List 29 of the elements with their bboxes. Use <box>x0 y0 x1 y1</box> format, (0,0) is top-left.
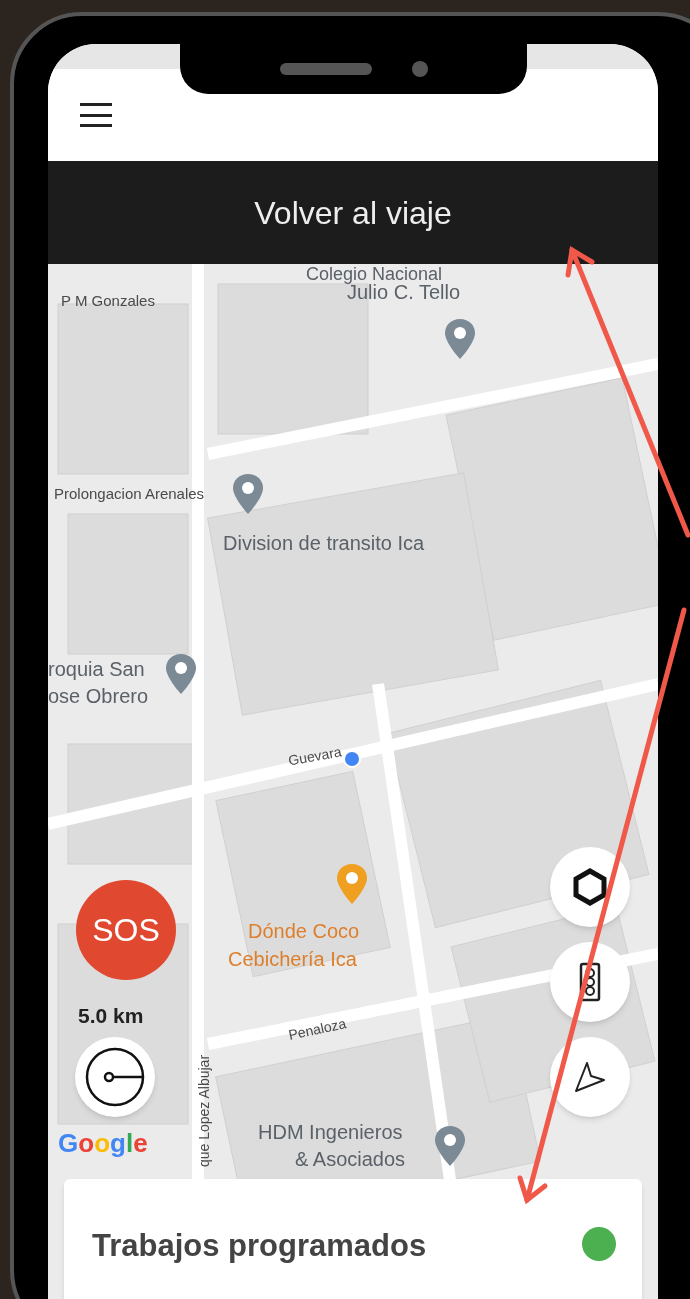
map-label: Guevara <box>287 744 343 768</box>
map-label: roquia San <box>48 659 145 679</box>
map-label: Cebichería Ica <box>228 949 357 969</box>
traffic-light-icon <box>579 962 601 1002</box>
map-label: Prolongacion Arenales <box>54 486 205 501</box>
scheduled-jobs-card[interactable]: Trabajos programados <box>64 1179 642 1299</box>
map-pin-icon <box>442 317 478 361</box>
navigation-arrow-icon <box>573 1060 607 1094</box>
map-label: Division de transito Ica <box>223 533 425 553</box>
map-pin-icon <box>230 472 266 516</box>
card-title: Trabajos programados <box>92 1227 427 1265</box>
map-pin-icon <box>432 1124 468 1168</box>
map-label: P M Gonzales <box>61 293 155 308</box>
map-label: que Lopez Albujar <box>197 1054 212 1168</box>
map-pin-icon <box>334 862 370 906</box>
distance-label: 5.0 km <box>78 1003 144 1029</box>
map-label: ose Obrero <box>48 686 149 706</box>
map-label: Colegio Nacional <box>306 265 443 283</box>
map-pin-icon <box>163 652 199 696</box>
map-label: & Asociados <box>295 1149 406 1169</box>
hexagon-icon <box>572 868 608 906</box>
map-label: Julio C. Tello <box>347 282 461 302</box>
menu-icon[interactable] <box>80 103 112 127</box>
google-logo: Google <box>58 1127 148 1160</box>
back-to-trip-button[interactable]: Volver al viaje <box>48 161 658 264</box>
map-label: HDM Ingenieros <box>258 1122 403 1142</box>
map-label: Dónde Coco <box>248 921 360 941</box>
radius-icon <box>84 1046 146 1108</box>
map-label: Penaloza <box>287 1016 348 1042</box>
